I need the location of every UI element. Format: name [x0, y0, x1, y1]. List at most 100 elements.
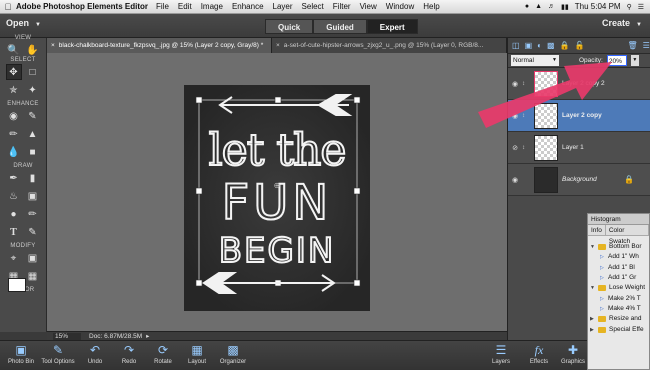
- battery-icon[interactable]: ▮▮: [561, 3, 569, 11]
- action-folder[interactable]: ▶ Special Effe: [588, 324, 649, 334]
- type-tool-icon[interactable]: T: [6, 224, 22, 240]
- action-folder[interactable]: ▼ Lose Weight: [588, 283, 649, 293]
- effects-button[interactable]: fx Effects: [522, 341, 556, 365]
- opacity-dropdown[interactable]: ▼: [630, 55, 639, 66]
- menu-file[interactable]: File: [156, 2, 169, 11]
- eye-icon[interactable]: ◉: [508, 176, 522, 184]
- volume-icon[interactable]: ♬: [548, 3, 555, 10]
- brush-tool-icon[interactable]: ✒: [6, 170, 22, 186]
- tab-info[interactable]: Info: [588, 225, 606, 235]
- rotate-button[interactable]: ⟳ Rotate: [146, 341, 180, 365]
- tab-guided[interactable]: Guided: [313, 19, 367, 34]
- action-item[interactable]: ▷ Add 1" Gr: [588, 273, 649, 283]
- layer-name[interactable]: Background: [562, 176, 597, 183]
- mask-icon[interactable]: ▩: [547, 41, 555, 50]
- tab-color-swatch[interactable]: Color Swatch: [606, 225, 649, 245]
- canvas-workspace[interactable]: let the FUN BEGIN ⊕: [47, 53, 507, 331]
- tool-options-button[interactable]: ✎ Tool Options: [38, 341, 78, 365]
- pencil-tool-icon[interactable]: ✏: [25, 206, 41, 222]
- shape-tool-icon[interactable]: ●: [6, 206, 22, 222]
- menu-list-icon[interactable]: ☰: [638, 3, 644, 11]
- crop-tool-icon[interactable]: ⌖: [6, 250, 22, 266]
- doc-size-info[interactable]: Doc: 6.87M/28.5M: [89, 333, 142, 340]
- top-arrow: [218, 94, 353, 116]
- clone-stamp-icon[interactable]: ▲: [25, 126, 41, 142]
- organizer-button[interactable]: ▩ Organizer: [214, 341, 252, 365]
- menu-help[interactable]: Help: [423, 2, 439, 11]
- zoom-level[interactable]: 15%: [53, 332, 81, 340]
- marquee-tool-icon[interactable]: □: [25, 64, 41, 80]
- action-folder[interactable]: ▼ Bottom Bor: [588, 242, 649, 252]
- smart-brush-icon[interactable]: ✏: [6, 126, 22, 142]
- menu-view[interactable]: View: [360, 2, 377, 11]
- doc-tab-chalkboard[interactable]: × black-chalkboard-texture_fkzpsvq_.jpg @…: [47, 38, 272, 53]
- photo-bin-button[interactable]: ▣ Photo Bin: [4, 341, 38, 365]
- menu-filter[interactable]: Filter: [333, 2, 351, 11]
- histogram-title[interactable]: Histogram: [588, 214, 649, 225]
- layout-button[interactable]: ▦ Layout: [180, 341, 214, 365]
- close-icon[interactable]: ×: [51, 42, 55, 49]
- adjustment-layer-icon[interactable]: ◐: [537, 41, 542, 50]
- close-icon[interactable]: ×: [276, 42, 280, 49]
- move-tool-icon[interactable]: ✥: [5, 64, 22, 80]
- panel-menu-icon[interactable]: ☰: [643, 41, 650, 50]
- action-folder[interactable]: ▶ Resize and: [588, 314, 649, 324]
- wifi-icon[interactable]: ▲: [535, 3, 542, 10]
- menu-select[interactable]: Select: [302, 2, 324, 11]
- action-item[interactable]: ▷ Make 4% T: [588, 304, 649, 314]
- menu-layer[interactable]: Layer: [273, 2, 293, 11]
- menu-edit[interactable]: Edit: [178, 2, 192, 11]
- gradient-tool-icon[interactable]: ▣: [25, 188, 41, 204]
- open-button[interactable]: Open ▼: [6, 18, 41, 28]
- hand-tool-icon[interactable]: ✋: [25, 42, 41, 58]
- link-icon[interactable]: ↕: [522, 145, 530, 151]
- lock-icon[interactable]: 🔒: [560, 41, 570, 50]
- apple-icon[interactable]: : [0, 2, 16, 12]
- lasso-tool-icon[interactable]: ✯: [6, 82, 22, 98]
- menu-image[interactable]: Image: [201, 2, 223, 11]
- triangle-down-icon[interactable]: ▼: [590, 242, 598, 252]
- document-canvas[interactable]: let the FUN BEGIN ⊕: [184, 85, 370, 311]
- new-layer-icon[interactable]: ◫: [512, 41, 520, 50]
- lock-all-icon[interactable]: 🔓: [575, 41, 585, 50]
- app-menu[interactable]: Adobe Photoshop Elements Editor: [16, 2, 148, 11]
- menu-window[interactable]: Window: [386, 2, 414, 11]
- tab-expert[interactable]: Expert: [366, 19, 418, 34]
- layer-name[interactable]: Layer 1: [562, 144, 584, 151]
- menu-enhance[interactable]: Enhance: [232, 2, 264, 11]
- undo-button[interactable]: ↶ Undo: [78, 341, 112, 365]
- layer-row[interactable]: ◉ Background 🔒: [508, 164, 650, 196]
- magic-wand-icon[interactable]: ✦: [25, 82, 41, 98]
- eye-hidden-icon[interactable]: ⊘: [508, 144, 522, 152]
- eye-tool-icon[interactable]: ◉: [6, 108, 22, 124]
- action-item[interactable]: ▷ Add 1" Bl: [588, 263, 649, 273]
- action-item[interactable]: ▷ Make 2% T: [588, 293, 649, 303]
- eraser-tool-icon[interactable]: ▮: [25, 170, 41, 186]
- paint-bucket-icon[interactable]: ♨: [6, 188, 22, 204]
- zoom-tool-icon[interactable]: 🔍: [6, 42, 22, 58]
- create-button[interactable]: Create ▼: [602, 18, 642, 28]
- straighten-tool-icon[interactable]: ▦: [25, 268, 41, 284]
- graphics-button[interactable]: ✚ Graphics: [556, 341, 590, 365]
- pencil2-tool-icon[interactable]: ✎: [25, 224, 41, 240]
- sponge-tool-icon[interactable]: ■: [25, 144, 41, 160]
- recompose-tool-icon[interactable]: ▣: [25, 250, 41, 266]
- new-group-icon[interactable]: ▣: [525, 41, 533, 50]
- spot-healing-icon[interactable]: ✎: [25, 108, 41, 124]
- clock[interactable]: Thu 5:04 PM: [575, 2, 621, 11]
- trash-icon[interactable]: 🗑: [627, 41, 637, 50]
- layers-button[interactable]: ☰ Layers: [484, 341, 518, 365]
- action-item[interactable]: ▷ Add 1" Wh: [588, 252, 649, 262]
- triangle-right-icon[interactable]: ▶: [590, 325, 598, 335]
- center-reference-point: ⊕: [274, 181, 281, 190]
- triangle-down-icon[interactable]: ▼: [590, 283, 598, 293]
- tab-quick[interactable]: Quick: [265, 19, 314, 34]
- redo-button[interactable]: ↷ Redo: [112, 341, 146, 365]
- chevron-down-icon: ▼: [35, 22, 41, 28]
- triangle-right-icon[interactable]: ▶: [590, 314, 598, 324]
- blur-tool-icon[interactable]: 💧: [6, 144, 22, 160]
- foreground-color-swatch[interactable]: [8, 278, 26, 292]
- creative-cloud-icon[interactable]: ●: [525, 3, 529, 10]
- search-icon[interactable]: ⚲: [627, 3, 632, 11]
- chevron-right-icon[interactable]: ▸: [146, 332, 149, 340]
